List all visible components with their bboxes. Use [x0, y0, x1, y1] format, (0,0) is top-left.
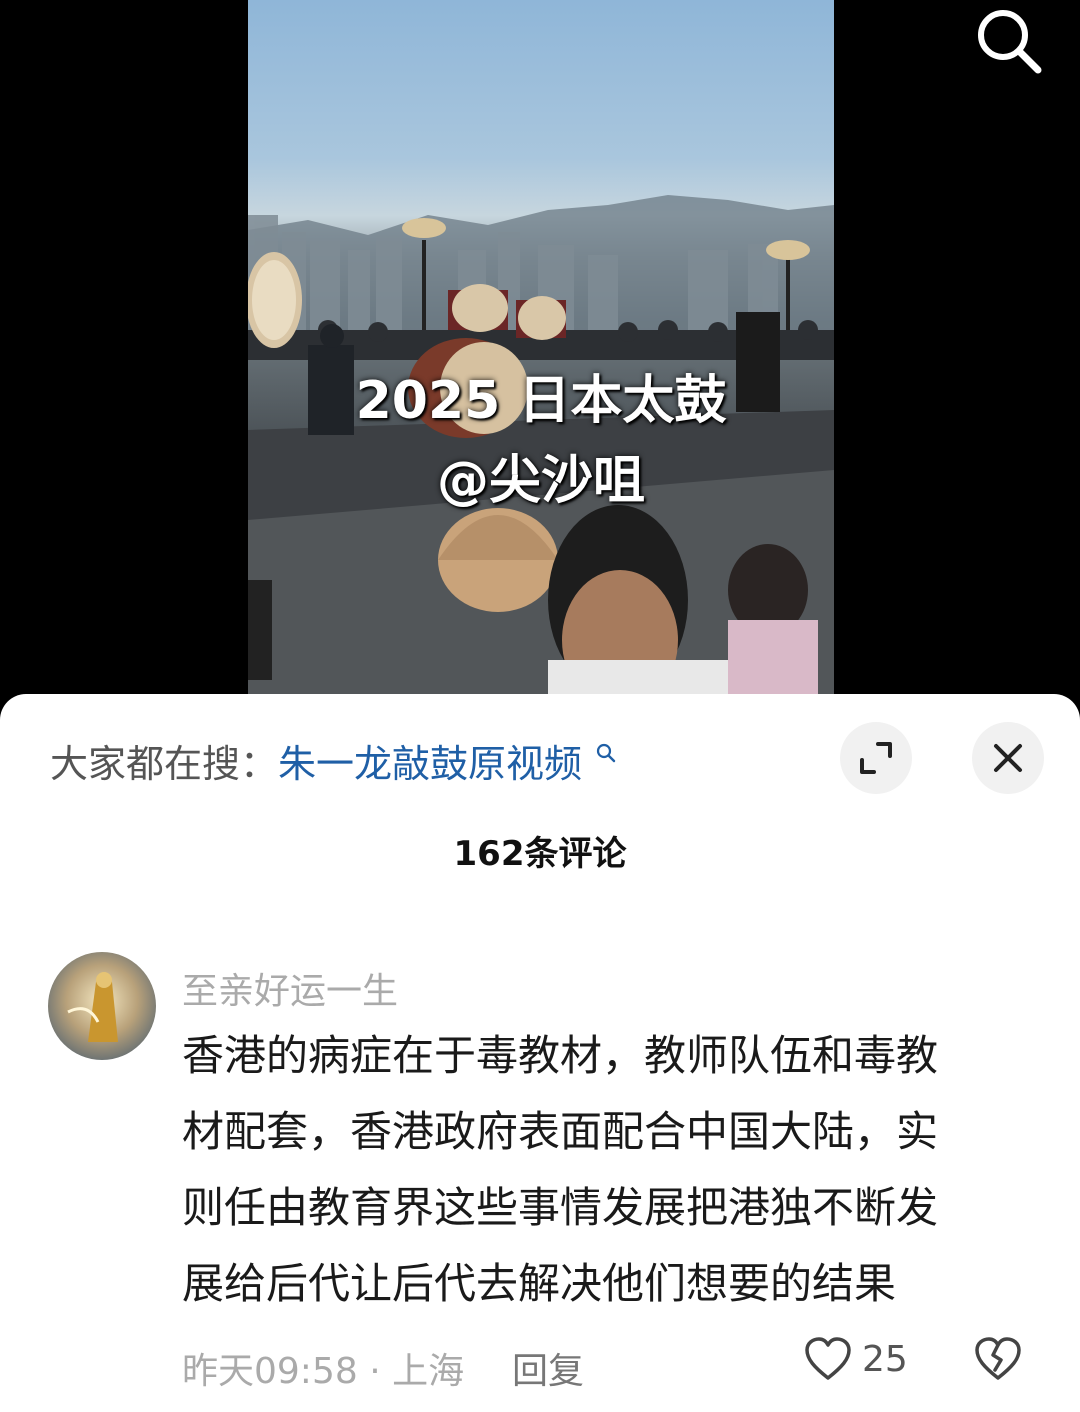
- comment-location: 上海: [392, 1351, 465, 1392]
- close-button[interactable]: [972, 722, 1044, 794]
- search-icon: [978, 10, 1042, 74]
- comment-line: 香港的病症在于毒教材，教师队伍和毒教: [182, 1031, 939, 1080]
- trending-query-text: 朱一龙敲鼓原视频: [278, 741, 583, 786]
- avatar[interactable]: [48, 952, 156, 1060]
- meta-separator: ·: [369, 1351, 381, 1392]
- comment-time: 昨天09:58: [182, 1351, 358, 1392]
- comment-count: 162条评论: [453, 834, 627, 874]
- broken-heart-icon: [975, 1337, 1021, 1380]
- search-button[interactable]: [970, 2, 1046, 78]
- like-count: 25: [862, 1338, 908, 1380]
- video-overlay-title: 2025 日本太鼓: [355, 371, 727, 431]
- trending-search-bar: 大家都在搜： 朱一龙敲鼓原视频: [50, 734, 616, 786]
- comment-line: 材配套，香港政府表面配合中国大陆，实: [182, 1107, 939, 1156]
- video-frame[interactable]: 2025 日本太鼓 @尖沙咀: [248, 0, 834, 720]
- expand-icon: [860, 742, 892, 774]
- avatar-image: [48, 952, 156, 1060]
- comment-sheet: 大家都在搜： 朱一龙敲鼓原视频 162条评论 至亲好运一生 香港的病症在于毒教材…: [0, 694, 1080, 1412]
- comment-line: 展给后代让后代去解决他们想要的结果: [182, 1259, 897, 1308]
- like-button[interactable]: 25: [804, 1336, 908, 1382]
- small-search-icon: [597, 743, 616, 763]
- dislike-button[interactable]: [974, 1336, 1022, 1386]
- trending-label: 大家都在搜：: [50, 741, 279, 786]
- comment-line: 则任由教育界这些事情发展把港独不断发: [182, 1183, 939, 1232]
- comment-text: 香港的病症在于毒教材，教师队伍和毒教 材配套，香港政府表面配合中国大陆，实 则任…: [182, 1018, 1012, 1322]
- close-icon: [994, 744, 1022, 772]
- comment-meta: 昨天09:58 · 上海: [182, 1342, 464, 1394]
- reply-button[interactable]: 回复: [512, 1342, 584, 1394]
- expand-button[interactable]: [840, 722, 912, 794]
- heart-icon: [805, 1337, 851, 1380]
- comment-username[interactable]: 至亲好运一生: [182, 962, 398, 1014]
- trending-query-link[interactable]: 朱一龙敲鼓原视频: [278, 733, 616, 788]
- video-player[interactable]: 2025 日本太鼓 @尖沙咀: [0, 0, 1080, 720]
- video-overlay-location: @尖沙咀: [436, 451, 645, 511]
